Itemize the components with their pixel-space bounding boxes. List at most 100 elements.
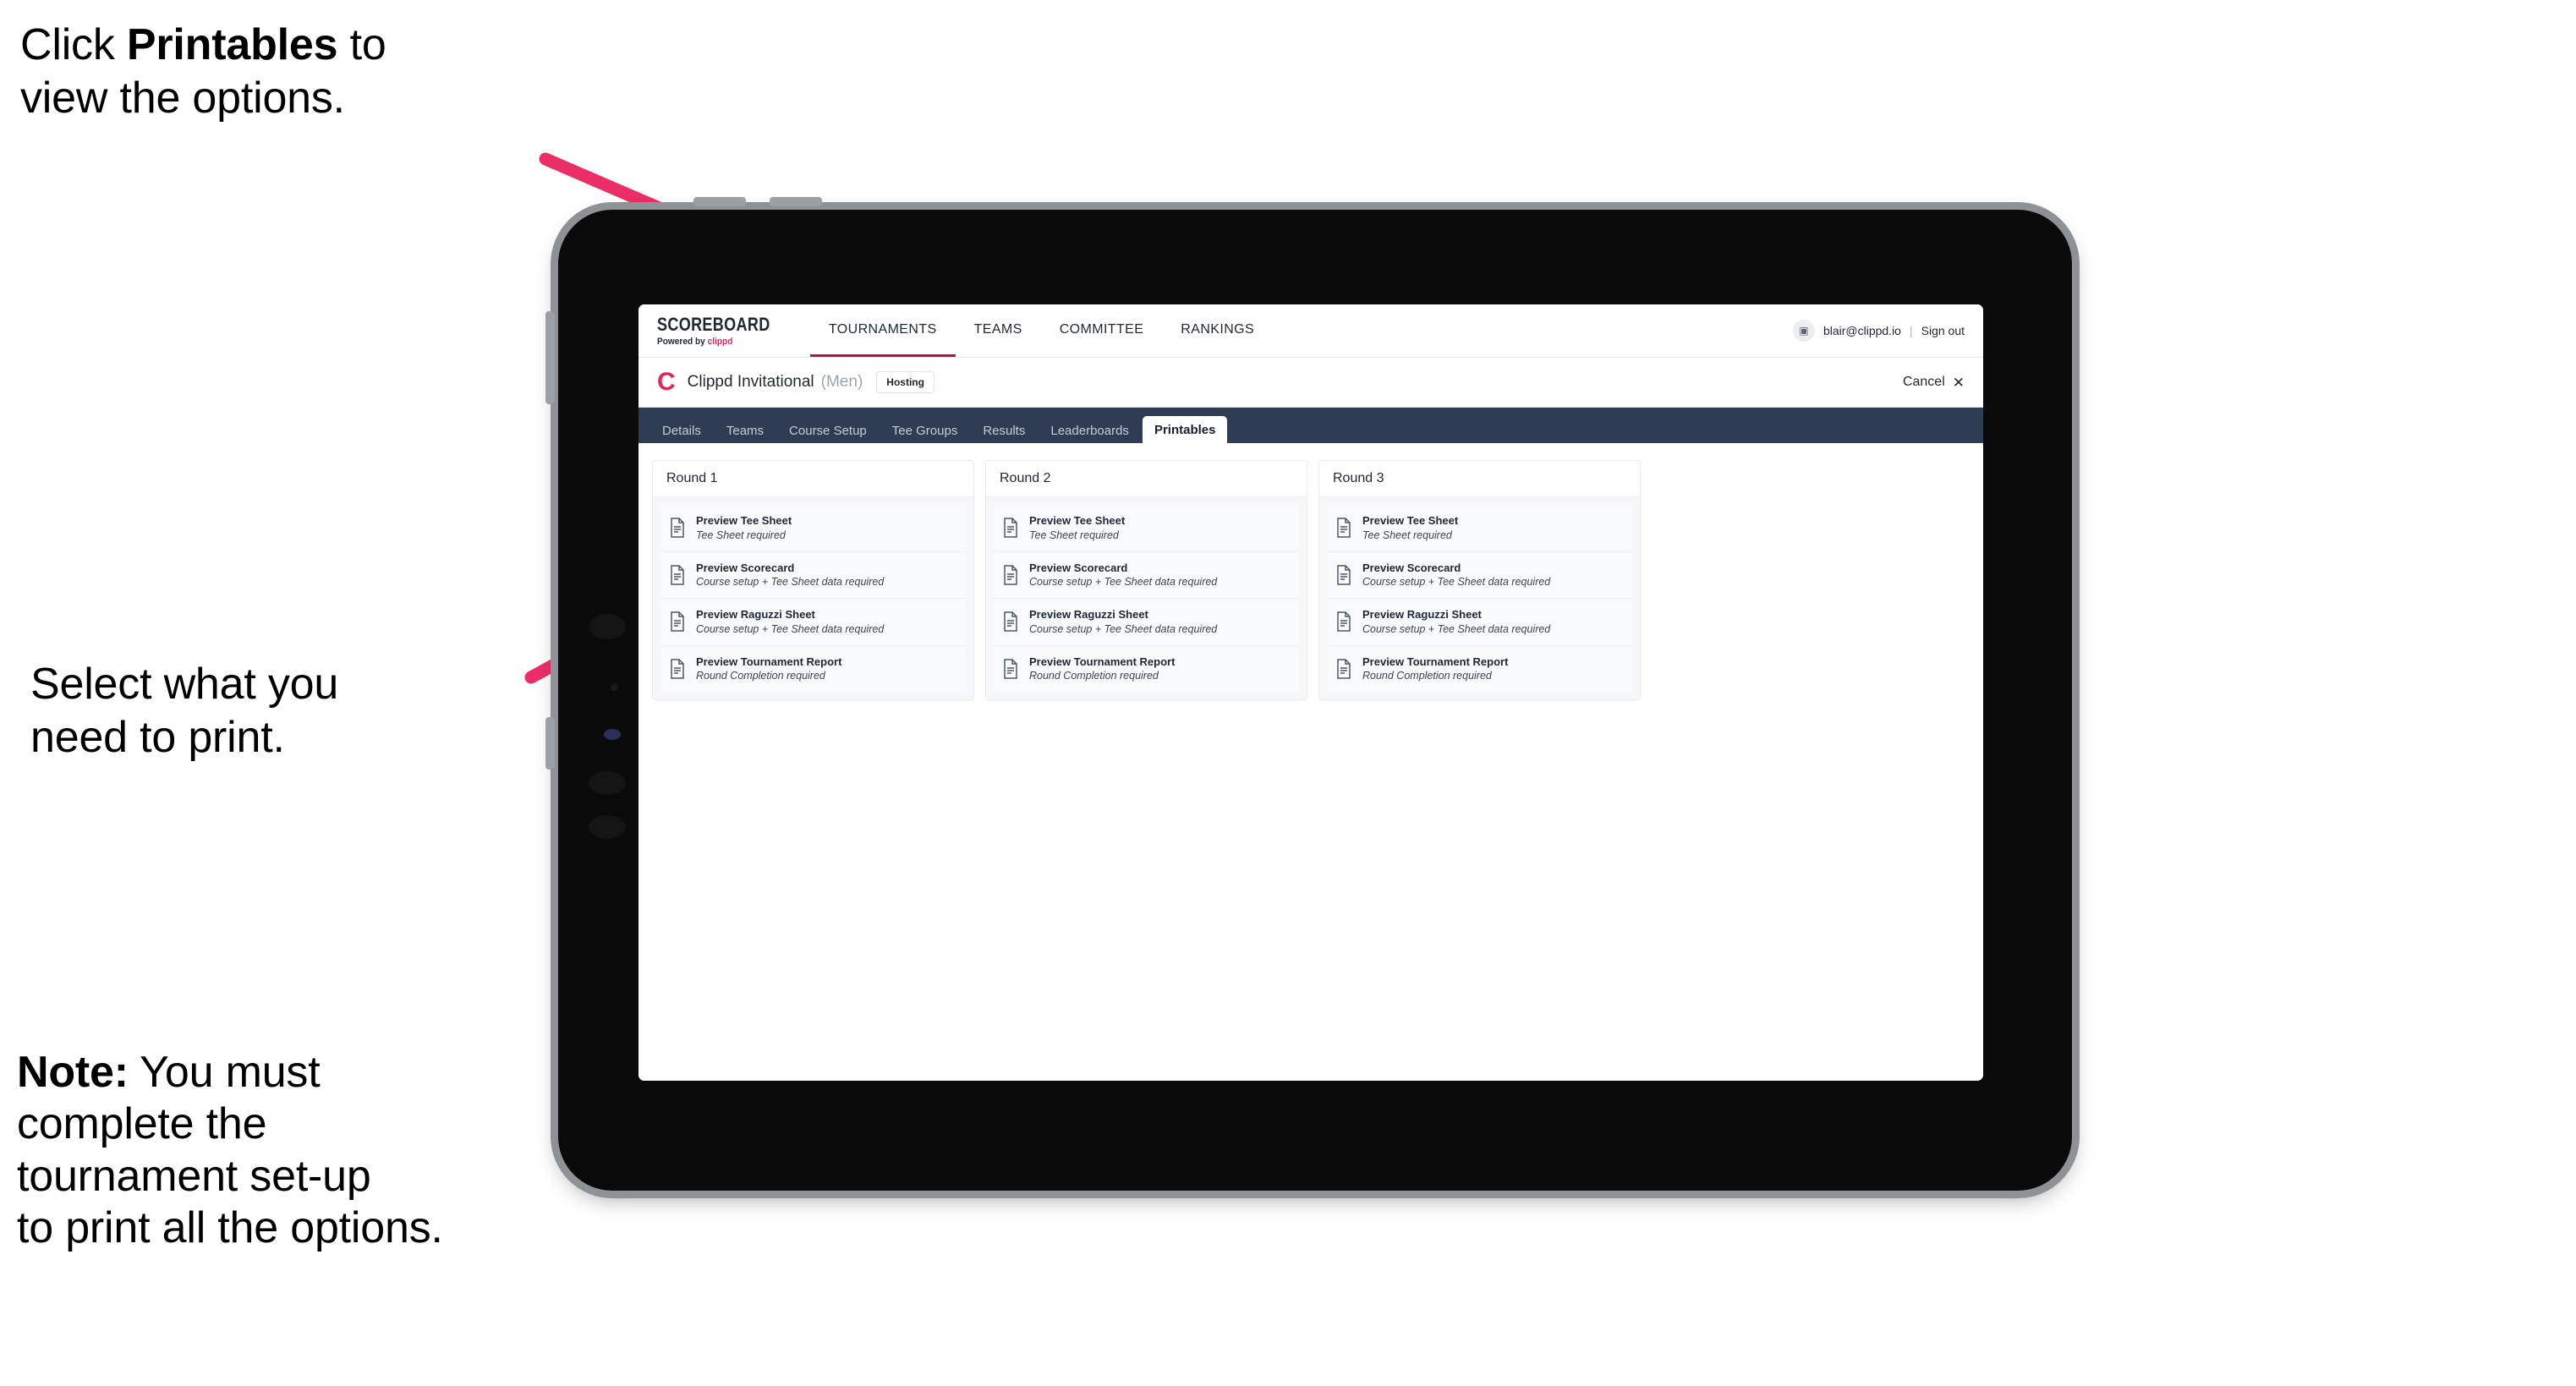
sign-out-button[interactable]: Sign out: [1921, 324, 1965, 337]
list-item[interactable]: Preview Raguzzi Sheet Course setup + Tee…: [994, 599, 1299, 646]
list-item[interactable]: Preview Tee Sheet Tee Sheet required: [1327, 505, 1632, 552]
tournament-title: Clippd Invitational: [687, 373, 814, 391]
tab-tee-groups[interactable]: Tee Groups: [880, 418, 970, 443]
list-item[interactable]: Preview Raguzzi Sheet Course setup + Tee…: [660, 599, 966, 646]
list-item-title: Preview Tournament Report: [696, 655, 842, 668]
callout-select-what-to-print: Select what you need to print.: [30, 660, 339, 763]
device-camera: [589, 614, 626, 639]
brand-name: SCOREBOARD: [657, 313, 770, 335]
list-item-text: Preview Raguzzi Sheet Course setup + Tee…: [1362, 608, 1550, 636]
device-indicator-led: [604, 729, 621, 740]
list-item-requirement: Course setup + Tee Sheet data required: [1029, 576, 1218, 589]
device-button-top-a[interactable]: [693, 197, 746, 206]
list-item-requirement: Round Completion required: [1362, 670, 1492, 682]
device-speaker-hole-1: [589, 771, 626, 795]
callout-note-bold: Note:: [17, 1048, 129, 1097]
list-item[interactable]: Preview Raguzzi Sheet Course setup + Tee…: [1327, 599, 1632, 646]
list-item[interactable]: Preview Scorecard Course setup + Tee She…: [1327, 551, 1632, 600]
list-item-title: Preview Scorecard: [696, 561, 795, 574]
status-badge-hosting: Hosting: [876, 371, 934, 393]
brand-tagline: Powered by clippd: [657, 337, 784, 347]
device-speaker-hole-2: [589, 815, 626, 839]
list-item[interactable]: Preview Tee Sheet Tee Sheet required: [994, 505, 1299, 552]
tab-leaderboards[interactable]: Leaderboards: [1039, 418, 1141, 443]
list-item-title: Preview Tournament Report: [1362, 655, 1509, 668]
list-item-text: Preview Tournament Report Round Completi…: [1362, 655, 1508, 683]
callout-note: Note: You must complete the tournament s…: [17, 1047, 443, 1254]
list-item-text: Preview Tournament Report Round Completi…: [1029, 655, 1175, 683]
document-icon: [671, 611, 684, 633]
list-item-text: Preview Tee Sheet Tee Sheet required: [1029, 514, 1125, 542]
document-icon: [1004, 611, 1017, 633]
list-item-text: Preview Scorecard Course setup + Tee She…: [1362, 562, 1550, 589]
cancel-button[interactable]: Cancel ✕: [1903, 375, 1965, 390]
document-icon: [671, 659, 684, 679]
list-item-text: Preview Raguzzi Sheet Course setup + Tee…: [696, 608, 884, 636]
clippd-c-icon: C: [657, 368, 676, 396]
tournament-tabs: Details Teams Course Setup Tee Groups Re…: [639, 408, 1983, 443]
tab-course-setup[interactable]: Course Setup: [777, 418, 879, 443]
list-item-text: Preview Tee Sheet Tee Sheet required: [1362, 514, 1458, 542]
brand-tagline-clippd: clippd: [707, 336, 733, 347]
account-email: blair@clippd.io: [1822, 324, 1901, 337]
document-icon: [1004, 518, 1017, 539]
document-icon: [1004, 565, 1017, 585]
round-column-3: Round 3 Preview Tee Sheet Tee Sheet requ…: [1318, 460, 1641, 701]
nav-item-committee[interactable]: COMMITTEE: [1041, 304, 1163, 357]
list-item-requirement: Tee Sheet required: [1362, 529, 1452, 541]
device-sensor-dot: [611, 683, 618, 691]
device-volume-button[interactable]: [545, 311, 555, 404]
list-item[interactable]: Preview Tournament Report Round Completi…: [660, 645, 966, 693]
list-item[interactable]: Preview Tee Sheet Tee Sheet required: [660, 505, 966, 552]
document-icon: [1337, 659, 1351, 679]
brand-tagline-prefix: Powered by: [657, 336, 708, 347]
document-icon: [1337, 518, 1351, 539]
document-icon: [1337, 611, 1351, 633]
list-item-title: Preview Tee Sheet: [696, 514, 792, 527]
list-item-requirement: Tee Sheet required: [696, 529, 786, 541]
list-item[interactable]: Preview Tournament Report Round Completi…: [1327, 645, 1632, 693]
nav-item-tournaments[interactable]: TOURNAMENTS: [809, 304, 956, 357]
callout-top-text-1: Click: [20, 20, 127, 69]
list-item-requirement: Course setup + Tee Sheet data required: [696, 622, 885, 635]
list-item-title: Preview Scorecard: [1029, 561, 1128, 574]
list-item-title: Preview Raguzzi Sheet: [1362, 608, 1482, 622]
round-column-2: Round 2 Preview Tee Sheet Tee Sheet requ…: [985, 460, 1307, 701]
list-item-requirement: Course setup + Tee Sheet data required: [1029, 622, 1218, 635]
list-item[interactable]: Preview Scorecard Course setup + Tee She…: [994, 551, 1299, 600]
tournament-header: C Clippd Invitational (Men) Hosting Canc…: [639, 358, 1983, 408]
tab-results[interactable]: Results: [971, 418, 1037, 443]
round-items: Preview Tee Sheet Tee Sheet required Pre…: [986, 497, 1307, 700]
list-item-requirement: Course setup + Tee Sheet data required: [696, 576, 885, 589]
list-item[interactable]: Preview Tournament Report Round Completi…: [994, 645, 1299, 693]
tab-teams[interactable]: Teams: [715, 418, 776, 443]
list-item-title: Preview Tee Sheet: [1362, 514, 1459, 527]
cancel-label: Cancel: [1902, 375, 1945, 389]
close-icon: ✕: [1952, 374, 1965, 391]
list-item-title: Preview Tournament Report: [1029, 655, 1176, 668]
list-item[interactable]: Preview Scorecard Course setup + Tee She…: [660, 551, 966, 600]
document-icon: [671, 565, 684, 585]
round-column-1: Round 1 Preview Tee Sheet Tee Sheet requ…: [652, 460, 974, 701]
list-item-requirement: Course setup + Tee Sheet data required: [1362, 622, 1551, 635]
list-item-requirement: Round Completion required: [696, 670, 825, 682]
round-items: Preview Tee Sheet Tee Sheet required Pre…: [653, 497, 973, 700]
nav-item-rankings[interactable]: RANKINGS: [1162, 304, 1273, 357]
tab-details[interactable]: Details: [650, 418, 713, 443]
tablet-device: SCOREBOARD Powered by clippd TOURNAMENTS…: [545, 197, 2072, 1191]
list-item-text: Preview Tournament Report Round Completi…: [696, 655, 841, 683]
list-item-text: Preview Scorecard Course setup + Tee She…: [696, 562, 884, 589]
tab-printables[interactable]: Printables: [1142, 416, 1228, 443]
account-area: ▣ blair@clippd.io | Sign out: [1792, 304, 1983, 357]
tournament-gender: (Men): [820, 373, 863, 391]
tablet-screen: SCOREBOARD Powered by clippd TOURNAMENTS…: [639, 304, 1983, 1081]
avatar[interactable]: ▣: [1792, 320, 1815, 342]
document-icon: [1337, 565, 1351, 585]
device-power-button[interactable]: [545, 717, 555, 770]
round-heading: Round 1: [653, 461, 973, 497]
brand-logo[interactable]: SCOREBOARD Powered by clippd: [639, 304, 810, 357]
nav-item-teams[interactable]: TEAMS: [956, 304, 1041, 357]
callout-top-bold: Printables: [126, 20, 338, 69]
device-button-top-b[interactable]: [770, 197, 822, 206]
round-heading: Round 3: [1319, 461, 1640, 497]
